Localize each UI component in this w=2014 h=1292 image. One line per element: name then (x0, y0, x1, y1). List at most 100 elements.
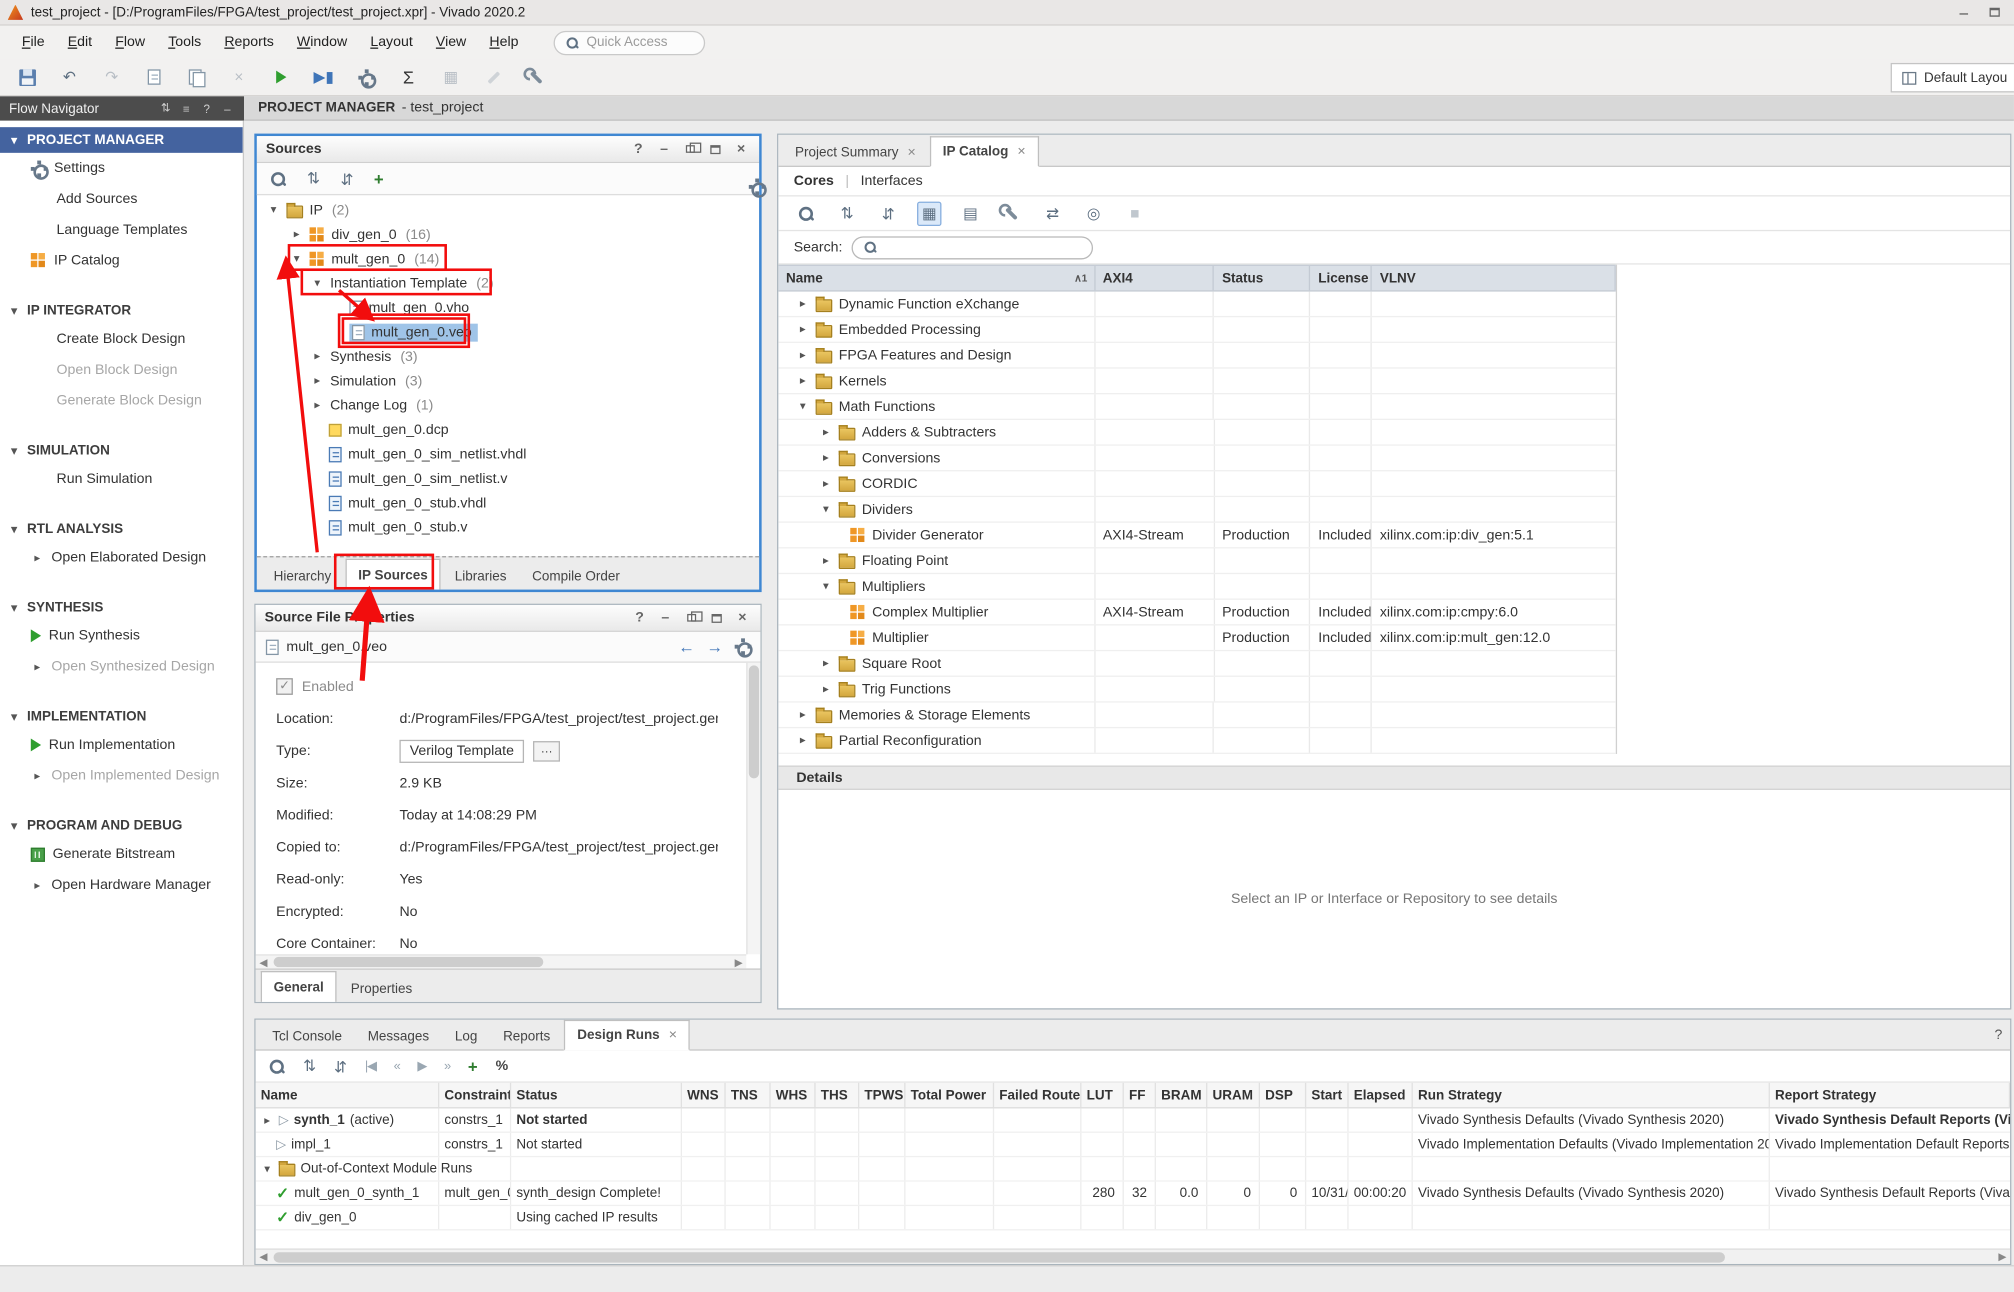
column-header-license[interactable]: License (1311, 266, 1373, 290)
column-header[interactable]: WHS (771, 1083, 816, 1107)
chevron-right-icon[interactable]: ▸ (819, 452, 832, 464)
ip-status-button[interactable]: ◎ (1081, 201, 1105, 225)
sidebar-item-ip-catalog[interactable]: IP Catalog (0, 245, 243, 276)
column-header[interactable]: TNS (726, 1083, 771, 1107)
ip-category-row[interactable]: ▸Adders & Subtracters (778, 420, 1615, 446)
launch-runs-icon[interactable]: ▶ (417, 1059, 426, 1073)
ip-category-row[interactable]: ▸Partial Reconfiguration (778, 728, 1615, 754)
tree-row-simulation[interactable]: ▸ Simulation (3) (257, 369, 759, 393)
run-row-mult-gen-synth[interactable]: ✓mult_gen_0_synth_1 mult_gen_0 synth_des… (256, 1182, 2010, 1206)
tree-row-div-gen[interactable]: ▸ div_gen_0 (16) (257, 222, 759, 246)
ip-category-row[interactable]: ▸Embedded Processing (778, 317, 1615, 343)
help-icon[interactable]: ? (631, 609, 649, 627)
chevron-down-icon[interactable]: ▾ (290, 253, 303, 265)
sidebar-item-open-elaborated-design[interactable]: ▸ Open Elaborated Design (0, 542, 243, 573)
tab-libraries[interactable]: Libraries (443, 563, 518, 590)
horizontal-scrollbar[interactable]: ◀ ▶ (256, 1248, 2010, 1263)
close-icon[interactable]: × (732, 140, 750, 158)
layout-selector-button[interactable]: Default Layou (1891, 63, 2014, 93)
sidebar-item-open-block-design[interactable]: Open Block Design (0, 354, 243, 385)
collapse-all-button[interactable]: ⇅ (835, 201, 859, 225)
sidebar-item-settings[interactable]: Settings (0, 153, 243, 184)
ip-category-row[interactable]: ▸Conversions (778, 446, 1615, 472)
scrollbar-thumb[interactable] (749, 665, 759, 778)
float-icon[interactable] (681, 140, 699, 158)
percentage-icon[interactable]: % (496, 1058, 509, 1073)
chevron-right-icon[interactable]: ▸ (819, 658, 832, 670)
ip-category-row-dividers[interactable]: ▾Dividers (778, 497, 1615, 523)
maximize-icon[interactable] (708, 609, 726, 627)
quick-access-search[interactable]: Quick Access (553, 30, 705, 54)
chevron-right-icon[interactable]: ▸ (311, 351, 324, 363)
tree-row-dcp-file[interactable]: mult_gen_0.dcp (257, 417, 759, 441)
chevron-down-icon[interactable]: ▾ (311, 277, 324, 289)
column-header[interactable]: Total Power (906, 1083, 995, 1107)
chevron-right-icon[interactable]: ▸ (819, 555, 832, 567)
sidebar-section-ip-integrator[interactable]: ▾ IP INTEGRATOR (0, 298, 243, 324)
undo-button[interactable]: ↶ (58, 66, 81, 89)
sidebar-item-open-implemented-design[interactable]: ▸ Open Implemented Design (0, 760, 243, 791)
chevron-right-icon[interactable]: ▸ (796, 375, 809, 387)
column-header-vlnv[interactable]: VLNV (1372, 266, 1616, 290)
tree-row-instantiation-template[interactable]: ▾ Instantiation Template (2) (257, 271, 759, 295)
column-header-axi4[interactable]: AXI4 (1095, 266, 1214, 290)
tab-properties[interactable]: Properties (339, 975, 424, 1002)
menu-flow[interactable]: Flow (104, 30, 157, 56)
menu-help[interactable]: Help (478, 30, 530, 56)
tree-row-vho-file[interactable]: mult_gen_0.vho (257, 295, 759, 319)
column-header[interactable]: FF (1124, 1083, 1156, 1107)
flow-settings-icon[interactable]: ≡ (179, 102, 194, 115)
tab-tcl-console[interactable]: Tcl Console (261, 1022, 354, 1049)
chevron-right-icon[interactable]: ▸ (819, 683, 832, 695)
ip-category-row[interactable]: ▸CORDIC (778, 471, 1615, 497)
create-run-icon[interactable]: + (468, 1056, 478, 1075)
gear-icon[interactable] (735, 638, 750, 655)
column-header[interactable]: Run Strategy (1413, 1083, 1770, 1107)
edit-button[interactable] (482, 66, 505, 89)
sidebar-item-open-synthesized-design[interactable]: ▸ Open Synthesized Design (0, 651, 243, 682)
tab-compile-order[interactable]: Compile Order (521, 563, 632, 590)
tab-messages[interactable]: Messages (356, 1022, 441, 1049)
ip-category-row[interactable]: ▸Kernels (778, 369, 1615, 395)
add-sources-icon[interactable]: + (374, 169, 384, 188)
sidebar-section-rtl-analysis[interactable]: ▾ RTL ANALYSIS (0, 516, 243, 542)
tab-project-summary[interactable]: Project Summary × (783, 139, 927, 166)
menu-window[interactable]: Window (285, 30, 358, 56)
chevron-right-icon[interactable]: ▸ (796, 349, 809, 361)
close-icon[interactable]: × (733, 609, 751, 627)
sidebar-item-create-block-design[interactable]: Create Block Design (0, 324, 243, 355)
tab-reports[interactable]: Reports (492, 1022, 562, 1049)
chevron-right-icon[interactable]: ▸ (311, 375, 324, 387)
sidebar-section-project-manager[interactable]: ▾ PROJECT MANAGER (0, 127, 243, 153)
ip-category-row-multipliers[interactable]: ▾Multipliers (778, 574, 1615, 600)
sidebar-item-language-templates[interactable]: Language Templates (0, 214, 243, 245)
close-icon[interactable]: × (669, 1028, 677, 1043)
ip-category-row[interactable]: ▸Memories & Storage Elements (778, 703, 1615, 729)
chevron-right-icon[interactable]: ▸ (819, 426, 832, 438)
back-icon[interactable]: ← (678, 637, 695, 656)
column-header[interactable]: Start (1306, 1083, 1348, 1107)
sidebar-section-simulation[interactable]: ▾ SIMULATION (0, 438, 243, 464)
ip-category-row[interactable]: ▸Floating Point (778, 548, 1615, 574)
close-icon[interactable]: × (1017, 144, 1025, 159)
expand-all-icon[interactable]: ⇅ (340, 171, 353, 186)
scroll-right-icon[interactable]: ▶ (731, 956, 746, 968)
catalog-search-input[interactable] (851, 236, 1092, 259)
tree-row-stub-vhdl[interactable]: mult_gen_0_stub.vhdl (257, 491, 759, 515)
settings-button[interactable] (354, 66, 377, 89)
chevron-right-icon[interactable]: ▸ (819, 478, 832, 490)
sidebar-item-run-synthesis[interactable]: Run Synthesis (0, 620, 243, 651)
column-header[interactable]: Elapsed (1349, 1083, 1413, 1107)
sidebar-section-implementation[interactable]: ▾ IMPLEMENTATION (0, 704, 243, 730)
chevron-right-icon[interactable]: ▸ (796, 324, 809, 336)
run-row-synth-1[interactable]: ▸▷synth_1(active) constrs_1 Not started … (256, 1108, 2010, 1132)
float-icon[interactable] (682, 609, 700, 627)
chevron-right-icon[interactable]: ▸ (796, 735, 809, 747)
column-header[interactable]: Report Strategy (1770, 1083, 2010, 1107)
menu-file[interactable]: File (10, 30, 56, 56)
column-header-status[interactable]: Status (1214, 266, 1310, 290)
next-run-icon[interactable]: » (444, 1059, 450, 1073)
sidebar-item-generate-block-design[interactable]: Generate Block Design (0, 385, 243, 416)
scroll-left-icon[interactable]: ◀ (256, 956, 271, 968)
column-header[interactable]: TPWS (859, 1083, 905, 1107)
